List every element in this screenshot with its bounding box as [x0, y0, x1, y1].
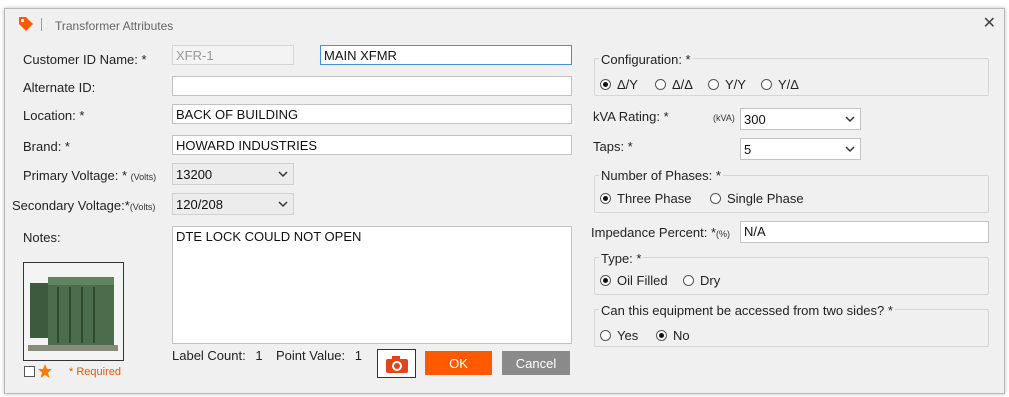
two-sides-option-no[interactable]: No — [656, 328, 690, 343]
config-option-label: Δ/Y — [617, 77, 638, 92]
type-option-label: Oil Filled — [617, 273, 668, 288]
chevron-down-icon — [845, 116, 855, 123]
secondary-voltage-label-text: Secondary Voltage:* — [12, 198, 130, 213]
secondary-voltage-value: 120/208 — [176, 197, 223, 212]
two-sides-option-yes[interactable]: Yes — [600, 328, 638, 343]
config-option-y-delta[interactable]: Y/Δ — [761, 77, 799, 92]
tag-icon — [19, 17, 33, 31]
point-value-value: 1 — [354, 348, 362, 363]
secondary-voltage-units: (Volts) — [129, 202, 156, 212]
cancel-button[interactable]: Cancel — [502, 351, 570, 375]
taps-label: Taps: * — [593, 139, 633, 154]
brand-field[interactable]: HOWARD INDUSTRIES — [172, 135, 572, 155]
two-sides-option-label: No — [673, 328, 690, 343]
radio-unselected — [710, 193, 721, 204]
notes-textarea[interactable]: DTE LOCK COULD NOT OPEN — [172, 226, 572, 344]
radio-unselected — [600, 330, 611, 341]
alternate-id-field[interactable] — [172, 76, 572, 96]
label-count-label: Label Count: — [172, 348, 246, 363]
config-option-label: Y/Δ — [778, 77, 799, 92]
alternate-id-label: Alternate ID: — [23, 80, 96, 95]
secondary-voltage-label: Secondary Voltage:*(Volts) — [12, 198, 155, 213]
star-icon[interactable] — [37, 363, 53, 379]
radio-unselected — [708, 79, 719, 90]
radio-selected — [600, 79, 611, 90]
kva-units: (kVA) — [713, 113, 735, 123]
location-field[interactable]: BACK OF BUILDING — [172, 104, 572, 124]
transformer-photo-image — [24, 263, 123, 360]
title-separator — [41, 18, 42, 31]
customer-id-label: Customer ID Name: * — [23, 52, 147, 67]
chevron-down-icon — [278, 201, 288, 208]
notes-label: Notes: — [23, 230, 61, 245]
transformer-attributes-dialog: Transformer Attributes ✕ Customer ID Nam… — [4, 8, 1005, 394]
label-count: Label Count: 1 — [172, 348, 263, 363]
kva-rating-select[interactable]: 300 — [740, 108, 861, 130]
type-option-label: Dry — [700, 273, 721, 288]
chevron-down-icon — [278, 171, 288, 178]
type-title: Type: * — [599, 251, 644, 266]
secondary-voltage-select[interactable]: 120/208 — [172, 193, 294, 215]
type-option-oil-filled[interactable]: Oil Filled — [600, 273, 668, 288]
window-title: Transformer Attributes — [55, 19, 174, 33]
impedance-units: (%) — [716, 229, 731, 239]
two-sides-option-label: Yes — [617, 328, 639, 343]
type-option-dry[interactable]: Dry — [683, 273, 720, 288]
brand-label: Brand: * — [23, 139, 70, 154]
photo-checkbox[interactable] — [24, 366, 35, 377]
primary-voltage-value: 13200 — [176, 167, 213, 182]
impedance-label-text: Impedance Percent: * — [591, 225, 717, 240]
config-option-label: Y/Y — [725, 77, 746, 92]
phase-option-single[interactable]: Single Phase — [710, 191, 804, 206]
kva-rating-value: 300 — [744, 112, 766, 127]
primary-voltage-label: Primary Voltage: * (Volts) — [23, 168, 156, 183]
point-value: Point Value: 1 — [276, 348, 362, 363]
radio-selected — [656, 330, 667, 341]
ok-button[interactable]: OK — [425, 351, 492, 375]
config-option-delta-delta[interactable]: Δ/Δ — [655, 77, 693, 92]
config-option-label: Δ/Δ — [672, 77, 693, 92]
taps-value: 5 — [744, 142, 752, 157]
primary-voltage-label-text: Primary Voltage: * — [23, 168, 128, 183]
taps-select[interactable]: 5 — [740, 138, 861, 160]
radio-unselected — [683, 275, 694, 286]
impedance-field[interactable]: N/A — [740, 221, 989, 243]
configuration-title: Configuration: * — [599, 52, 693, 67]
camera-button[interactable] — [377, 349, 416, 378]
point-value-label: Point Value: — [276, 348, 346, 363]
config-option-y-y[interactable]: Y/Y — [708, 77, 746, 92]
radio-unselected — [655, 79, 666, 90]
config-option-delta-y[interactable]: Δ/Y — [600, 77, 638, 92]
primary-voltage-units: (Volts) — [130, 172, 157, 182]
radio-selected — [600, 193, 611, 204]
impedance-label: Impedance Percent: *(%) — [591, 225, 730, 240]
phases-title: Number of Phases: * — [599, 168, 723, 183]
location-label: Location: * — [23, 108, 85, 123]
camera-icon — [385, 355, 408, 373]
kva-rating-label: kVA Rating: * — [593, 109, 669, 124]
two-sides-title: Can this equipment be accessed from two … — [599, 303, 895, 318]
label-count-value: 1 — [255, 348, 263, 363]
phase-option-label: Three Phase — [617, 191, 692, 206]
radio-unselected — [761, 79, 772, 90]
customer-id-name-field[interactable]: MAIN XFMR — [320, 45, 572, 65]
close-icon[interactable]: ✕ — [983, 13, 996, 33]
customer-id-code-field: XFR-1 — [172, 45, 294, 65]
title-bar: Transformer Attributes ✕ — [5, 9, 1004, 37]
primary-voltage-select[interactable]: 13200 — [172, 163, 294, 185]
chevron-down-icon — [845, 146, 855, 153]
required-note: * Required — [69, 366, 121, 378]
phase-option-label: Single Phase — [727, 191, 804, 206]
radio-selected — [600, 275, 611, 286]
phase-option-three[interactable]: Three Phase — [600, 191, 691, 206]
equipment-photo[interactable] — [23, 262, 124, 361]
